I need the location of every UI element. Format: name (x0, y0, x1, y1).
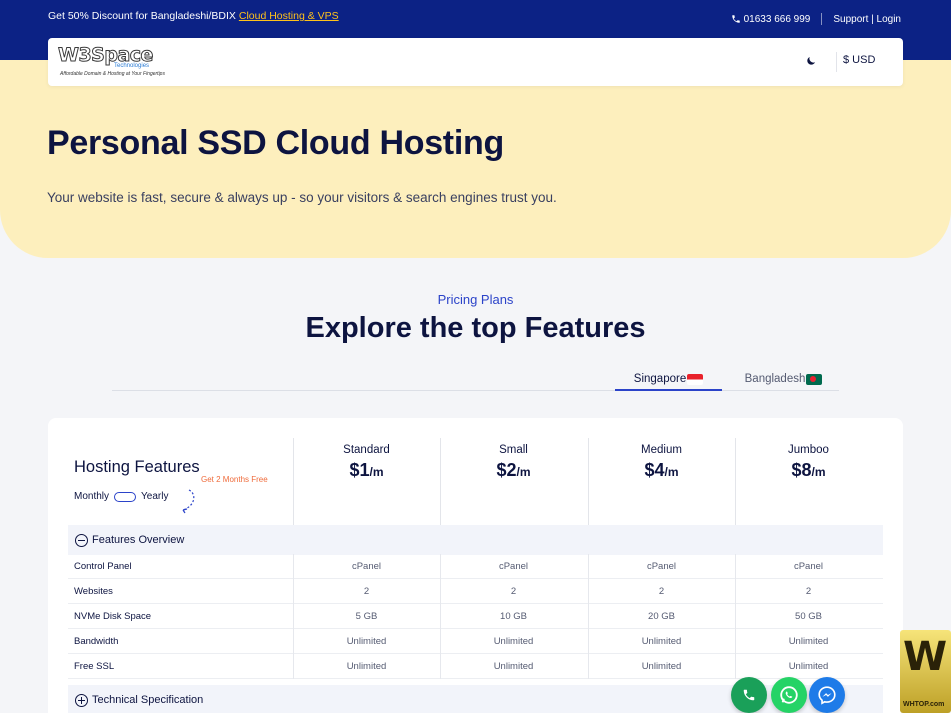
table-cell: cPanel (646, 561, 677, 572)
pricing-table: Hosting Features Get 2 Months Free Month… (48, 418, 903, 713)
watermark-text: WHTOP.com (903, 701, 945, 708)
plan-name: Medium (641, 444, 682, 456)
plan-name: Small (499, 444, 528, 456)
table-cell: 20 GB (648, 611, 675, 622)
currency-selector[interactable]: $ USD (843, 54, 875, 66)
plan-small: Small $2/m (440, 444, 587, 481)
messenger-icon (818, 686, 836, 705)
table-cell: Unlimited (346, 636, 387, 647)
whtop-watermark-logo: W WHTOP.com (900, 630, 951, 713)
support-login-link[interactable]: Support | Login (833, 14, 901, 25)
table-cell: 2 (805, 586, 812, 597)
top-bar-right: 01633 666 999 Support | Login (731, 13, 901, 25)
tabs-divider (112, 390, 839, 391)
plus-circle-icon (75, 693, 88, 707)
yearly-label: Yearly (141, 491, 169, 502)
call-button[interactable] (731, 677, 767, 713)
row-label: NVMe Disk Space (74, 611, 152, 622)
singapore-flag-icon (687, 373, 704, 385)
minus-circle-icon (75, 533, 88, 547)
promo-text: Get 50% Discount for Bangladeshi/BDIX (48, 10, 239, 22)
table-cell: Unlimited (641, 636, 682, 647)
tab-label: Singapore (633, 373, 687, 385)
whatsapp-icon (780, 686, 798, 704)
curved-arrow-icon (182, 489, 195, 514)
table-cell: Unlimited (788, 636, 829, 647)
group-label: Features Overview (92, 534, 185, 546)
phone-number: 01633 666 999 (743, 13, 811, 25)
row-label: Bandwidth (74, 636, 119, 647)
table-cell: 2 (510, 586, 517, 597)
messenger-button[interactable] (809, 677, 845, 713)
logo-sub: Technologies (114, 63, 150, 69)
table-cell: Unlimited (493, 661, 534, 672)
tab-singapore[interactable]: Singapore (615, 373, 722, 391)
promo-link[interactable]: Cloud Hosting & VPS (239, 10, 339, 22)
moon-icon[interactable] (805, 55, 817, 67)
nav-divider (836, 52, 837, 72)
table-cell: cPanel (793, 561, 824, 572)
row-label: Free SSL (74, 661, 115, 672)
tab-bangladesh[interactable]: Bangladesh (730, 373, 837, 389)
plan-standard: Standard $1/m (293, 444, 440, 481)
table-cell: Unlimited (346, 661, 387, 672)
hero-subtitle: Your website is fast, secure & always up… (47, 190, 557, 205)
billing-toggle: Monthly Yearly (74, 491, 168, 502)
logo[interactable]: W3Space Technologies Affordable Domain &… (58, 44, 165, 79)
main-navbar: W3Space Technologies Affordable Domain &… (48, 38, 903, 86)
plan-name: Standard (343, 444, 390, 456)
plan-medium: Medium $4/m (588, 444, 735, 481)
table-row: Bandwidth Unlimited Unlimited Unlimited … (68, 629, 883, 654)
hosting-features-heading: Hosting Features (74, 458, 200, 476)
table-cell: Unlimited (788, 661, 829, 672)
table-cell: Unlimited (641, 661, 682, 672)
plan-name: Jumboo (788, 444, 829, 456)
table-cell: 50 GB (795, 611, 822, 622)
table-cell: 10 GB (500, 611, 527, 622)
tab-label: Bangladesh (744, 373, 806, 385)
table-cell: 2 (658, 586, 665, 597)
divider (821, 13, 823, 25)
bangladesh-flag-icon (806, 373, 823, 385)
plan-price: $1/m (349, 460, 384, 480)
logo-wordmark: W3Space (58, 44, 154, 66)
table-row: Websites 2 2 2 2 (68, 579, 883, 604)
section-eyebrow: Pricing Plans (437, 292, 514, 307)
hero-section: Personal SSD Cloud Hosting Your website … (0, 60, 951, 258)
plan-price: $4/m (644, 460, 679, 480)
features-overview-group[interactable]: Features Overview (68, 525, 883, 555)
row-label: Websites (74, 586, 113, 597)
group-label: Technical Specification (92, 694, 204, 706)
table-cell: Unlimited (493, 636, 534, 647)
monthly-label: Monthly (74, 491, 110, 502)
billing-switch[interactable] (114, 491, 137, 502)
table-cell: 5 GB (355, 611, 378, 622)
phone-link[interactable]: 01633 666 999 (731, 13, 811, 25)
table-cell: cPanel (351, 561, 382, 572)
table-cell: 2 (363, 586, 370, 597)
table-row: Control Panel cPanel cPanel cPanel cPane… (68, 554, 883, 579)
call-icon (743, 689, 755, 701)
whatsapp-button[interactable] (771, 677, 807, 713)
plan-jumboo: Jumboo $8/m (735, 444, 882, 481)
watermark-letter: W (903, 634, 948, 680)
table-row: NVMe Disk Space 5 GB 10 GB 20 GB 50 GB (68, 604, 883, 629)
promo-banner: Get 50% Discount for Bangladeshi/BDIX Cl… (48, 10, 339, 22)
plan-price: $8/m (791, 460, 826, 480)
page-title: Personal SSD Cloud Hosting (47, 124, 504, 162)
section-title: Explore the top Features (305, 312, 646, 344)
free-months-promo: Get 2 Months Free (201, 475, 268, 484)
phone-icon (731, 15, 740, 23)
table-row: Free SSL Unlimited Unlimited Unlimited U… (68, 654, 883, 679)
row-label: Control Panel (74, 561, 132, 572)
table-cell: cPanel (498, 561, 529, 572)
plan-price: $2/m (496, 460, 531, 480)
logo-tagline: Affordable Domain & Hosting at Your Fing… (60, 71, 165, 77)
